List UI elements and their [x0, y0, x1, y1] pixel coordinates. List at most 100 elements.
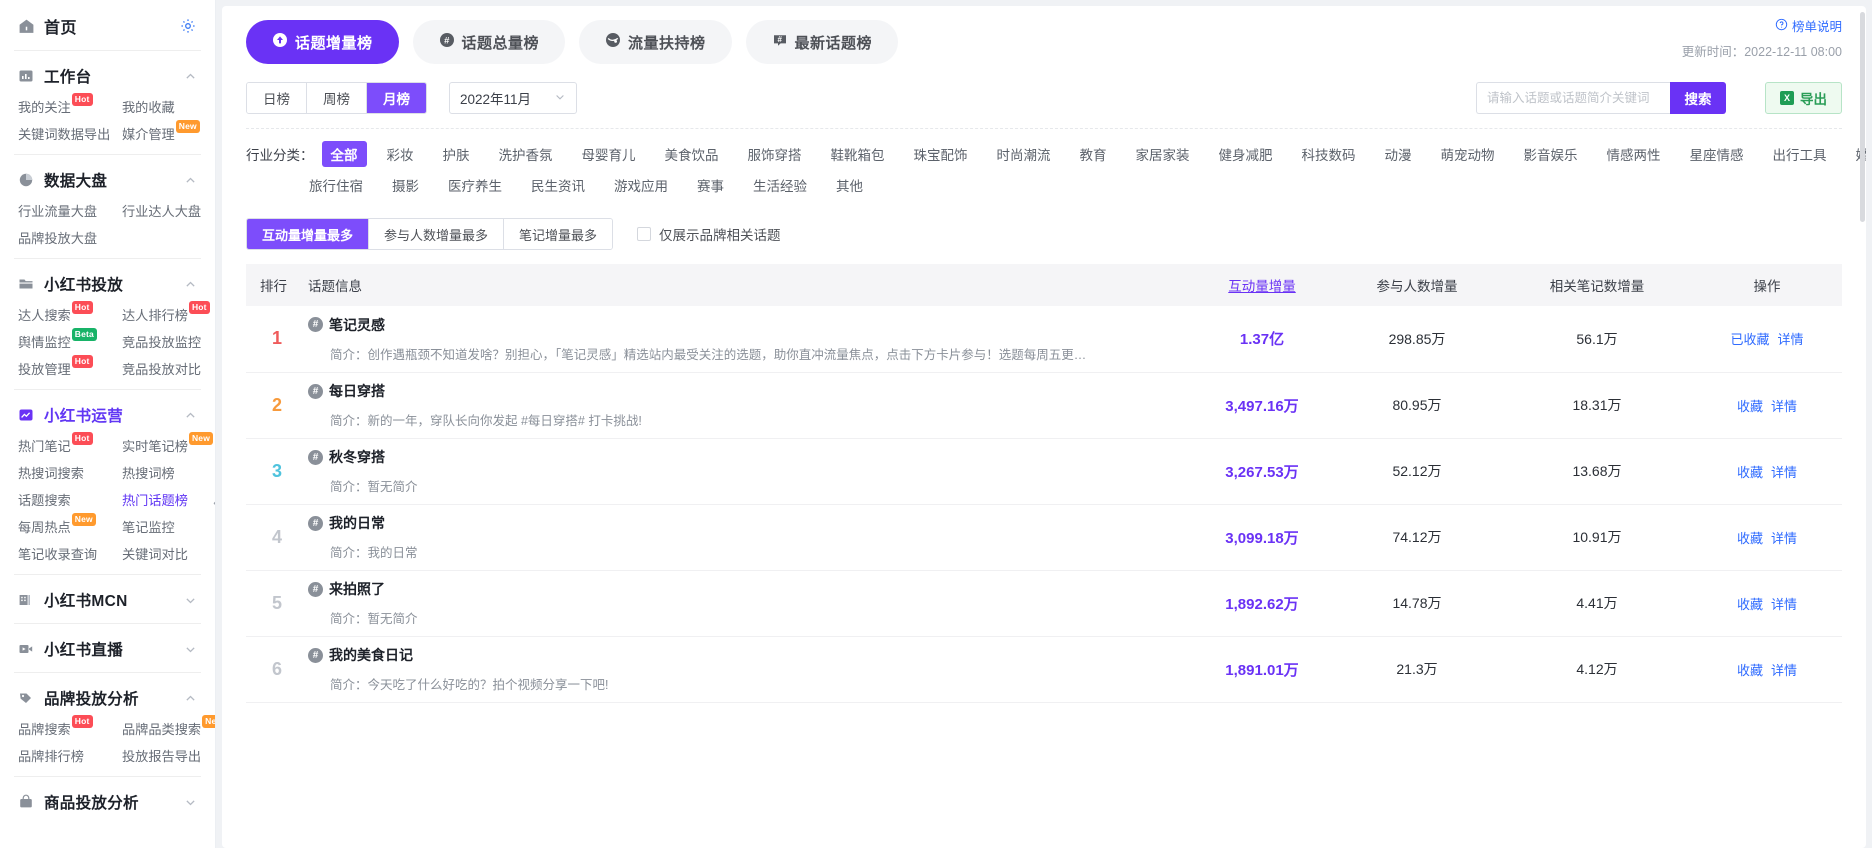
- chevron-up-icon[interactable]: [184, 278, 197, 291]
- favorite-link[interactable]: 收藏: [1737, 399, 1763, 414]
- sidebar-link-competitor-compare[interactable]: 竞品投放对比: [122, 361, 209, 379]
- sidebar-link-sentiment-monitor[interactable]: 舆情监控 Beta: [18, 328, 118, 352]
- sidebar-link-kol-search[interactable]: 达人搜索 Hot: [18, 301, 118, 325]
- category-pets[interactable]: 萌宠动物: [1432, 141, 1504, 167]
- category-shoes-bags[interactable]: 鞋靴箱包: [822, 141, 894, 167]
- table-row[interactable]: 3 # 秋冬穿搭 简介：暂无简介 3,267.53万 52.12万 13.68万: [246, 438, 1842, 505]
- category-food-drink[interactable]: 美食饮品: [656, 141, 728, 167]
- chevron-up-icon[interactable]: [184, 70, 197, 83]
- sidebar-group-header[interactable]: 小红书投放: [18, 273, 197, 295]
- sidebar-link-topic-search[interactable]: 话题搜索: [18, 492, 118, 510]
- rank-help-link[interactable]: 榜单说明: [1682, 16, 1842, 35]
- sidebar-link-brand-rank[interactable]: 品牌排行榜: [18, 748, 118, 766]
- brand-only-checkbox[interactable]: 仅展示品牌相关话题: [637, 224, 781, 244]
- date-select[interactable]: 2022年11月: [449, 82, 577, 114]
- sidebar-link-my-fav[interactable]: 我的收藏: [122, 99, 199, 117]
- favorite-link[interactable]: 收藏: [1737, 531, 1763, 546]
- export-button[interactable]: X 导出: [1765, 82, 1842, 114]
- chevron-up-icon[interactable]: [184, 409, 197, 422]
- chevron-up-icon[interactable]: [184, 692, 197, 705]
- sidebar-link-kol-rank[interactable]: 达人排行榜 Hot: [122, 301, 210, 325]
- chevron-down-icon[interactable]: [184, 796, 197, 809]
- sidebar-link-note-monitor[interactable]: 笔记监控: [122, 519, 212, 537]
- category-education[interactable]: 教育: [1071, 141, 1116, 167]
- chevron-down-icon[interactable]: [184, 643, 197, 656]
- category-maternal[interactable]: 母婴育儿: [573, 141, 645, 167]
- page-scrollbar[interactable]: [1860, 12, 1865, 222]
- sidebar-link-keyword-export[interactable]: 关键词数据导出: [18, 126, 118, 144]
- sidebar-link-hotword-rank[interactable]: 热搜词榜: [122, 465, 212, 483]
- category-entertainment[interactable]: 影音娱乐: [1515, 141, 1587, 167]
- detail-link[interactable]: 详情: [1771, 399, 1797, 414]
- sidebar-link-keyword-compare[interactable]: 关键词对比: [122, 546, 212, 564]
- table-row[interactable]: 5 # 来拍照了 简介：暂无简介 1,892.62万 14.78万 4.41万: [246, 570, 1842, 637]
- sidebar-group-header[interactable]: 商品投放分析: [18, 791, 197, 813]
- col-interaction-growth[interactable]: 互动量增量: [1192, 264, 1332, 306]
- period-daily[interactable]: 日榜: [247, 83, 307, 113]
- topic-cell[interactable]: # 我的美食日记 简介：今天吃了什么好吃的？拍个视频分享一下吧!: [308, 636, 1192, 703]
- sidebar-group-header[interactable]: 品牌投放分析: [18, 687, 197, 709]
- favorite-link[interactable]: 已收藏: [1730, 332, 1769, 347]
- sidebar-group-header[interactable]: 工作台: [18, 65, 197, 87]
- tab-topic-total[interactable]: # 话题总量榜: [412, 20, 566, 64]
- tab-latest-topic[interactable]: # 最新话题榜: [745, 20, 899, 64]
- category-other[interactable]: 其他: [827, 172, 872, 198]
- sidebar-link-brand-category-search[interactable]: 品牌品类搜索New: [122, 715, 215, 739]
- detail-link[interactable]: 详情: [1771, 465, 1797, 480]
- sidebar-group-header[interactable]: 小红书MCN: [18, 589, 197, 611]
- category-games[interactable]: 游戏应用: [605, 172, 677, 198]
- sidebar-collapse-button[interactable]: «: [209, 494, 215, 510]
- topic-cell[interactable]: # 每日穿搭 简介：新的一年，穿队长向你发起 #每日穿搭# 打卡挑战!: [308, 372, 1192, 439]
- sidebar-link-weekly-hotspot[interactable]: 每周热点 New: [18, 513, 118, 537]
- category-relationship[interactable]: 情感两性: [1598, 141, 1670, 167]
- sort-by-interaction[interactable]: 互动量增量最多: [247, 219, 370, 249]
- sidebar-group-header[interactable]: 小红书运营: [18, 404, 197, 426]
- category-trend[interactable]: 时尚潮流: [988, 141, 1060, 167]
- category-makeup[interactable]: 彩妆: [378, 141, 423, 167]
- category-travel-tools[interactable]: 出行工具: [1764, 141, 1836, 167]
- col-participant-growth[interactable]: 参与人数增量: [1332, 264, 1502, 306]
- period-weekly[interactable]: 周榜: [307, 83, 367, 113]
- sidebar-link-competitor-monitor[interactable]: 竞品投放监控: [122, 334, 209, 352]
- category-wash-fragrance[interactable]: 洗护香氛: [490, 141, 562, 167]
- category-photography[interactable]: 摄影: [383, 172, 428, 198]
- detail-link[interactable]: 详情: [1778, 332, 1804, 347]
- chevron-down-icon[interactable]: [184, 594, 197, 607]
- sidebar-link-note-index-query[interactable]: 笔记收录查询: [18, 546, 118, 564]
- sidebar-group-header[interactable]: 小红书直播: [18, 638, 197, 660]
- search-button[interactable]: 搜索: [1670, 82, 1726, 114]
- tab-topic-growth[interactable]: 话题增量榜: [246, 20, 399, 64]
- category-jewelry[interactable]: 珠宝配饰: [905, 141, 977, 167]
- sidebar-link-realtime-notes[interactable]: 实时笔记榜 New: [122, 432, 214, 456]
- period-monthly[interactable]: 月榜: [367, 83, 426, 113]
- sidebar-group-header[interactable]: 数据大盘: [18, 169, 197, 191]
- topic-cell[interactable]: # 笔记灵感 简介：创作遇瓶颈不知道发啥？别担心，「笔记灵感」精选站内最受关注的…: [308, 306, 1192, 373]
- sort-by-participants[interactable]: 参与人数增量最多: [369, 219, 505, 249]
- search-input[interactable]: [1476, 82, 1670, 114]
- topic-cell[interactable]: # 秋冬穿搭 简介：暂无简介: [308, 438, 1192, 505]
- col-note-growth[interactable]: 相关笔记数增量: [1502, 264, 1692, 306]
- table-row[interactable]: 1 # 笔记灵感 简介：创作遇瓶颈不知道发啥？别担心，「笔记灵感」精选站内最受关…: [246, 306, 1842, 373]
- sidebar-link-industry-kol[interactable]: 行业达人大盘: [122, 203, 201, 221]
- detail-link[interactable]: 详情: [1771, 597, 1797, 612]
- checkbox-box[interactable]: [637, 227, 652, 241]
- category-astrology[interactable]: 星座情感: [1681, 141, 1753, 167]
- category-sports[interactable]: 赛事: [688, 172, 733, 198]
- sort-by-notes[interactable]: 笔记增量最多: [504, 219, 613, 249]
- sidebar-link-brand-search[interactable]: 品牌搜索 Hot: [18, 715, 118, 739]
- category-news[interactable]: 民生资讯: [522, 172, 594, 198]
- sidebar-link-hot-topic-rank[interactable]: 热门话题榜: [122, 492, 212, 510]
- favorite-link[interactable]: 收藏: [1737, 465, 1763, 480]
- favorite-link[interactable]: 收藏: [1737, 663, 1763, 678]
- category-fitness[interactable]: 健身减肥: [1210, 141, 1282, 167]
- table-row[interactable]: 2 # 每日穿搭 简介：新的一年，穿队长向你发起 #每日穿搭# 打卡挑战! 3,…: [246, 372, 1842, 439]
- detail-link[interactable]: 详情: [1771, 531, 1797, 546]
- category-life-tips[interactable]: 生活经验: [744, 172, 816, 198]
- category-skincare[interactable]: 护肤: [434, 141, 479, 167]
- category-travel-stay[interactable]: 旅行住宿: [300, 172, 372, 198]
- tab-traffic-support[interactable]: 流量扶持榜: [579, 20, 732, 64]
- sidebar-link-ad-report-export[interactable]: 投放报告导出: [122, 748, 215, 766]
- topic-cell[interactable]: # 来拍照了 简介：暂无简介: [308, 570, 1192, 637]
- sidebar-link-hotword-search[interactable]: 热搜词搜索: [18, 465, 118, 483]
- sidebar-link-industry-traffic[interactable]: 行业流量大盘: [18, 203, 118, 221]
